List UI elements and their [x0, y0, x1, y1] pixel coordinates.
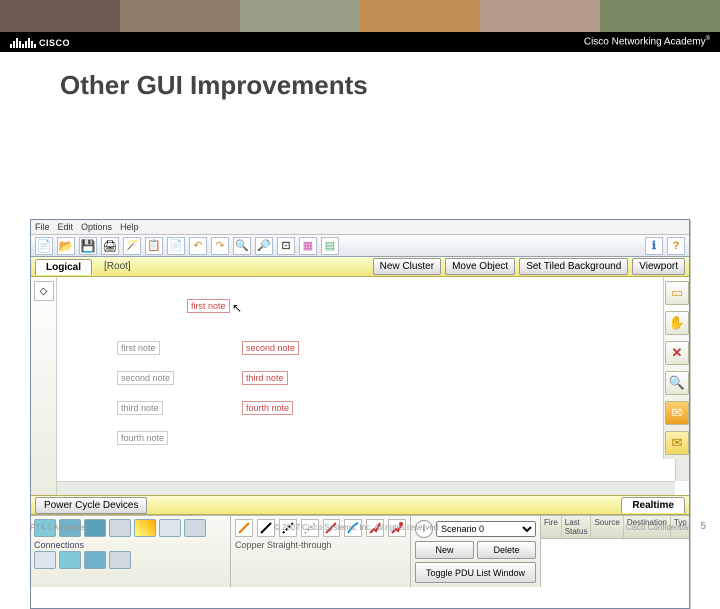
new-icon[interactable] [35, 237, 53, 255]
note-item[interactable]: fourth note [242, 401, 293, 415]
print-icon[interactable] [101, 237, 119, 255]
help-icon[interactable] [667, 237, 685, 255]
note-item[interactable]: first note [117, 341, 160, 355]
academy-label: Cisco Networking Academy® [584, 36, 710, 47]
scrollbar-horizontal[interactable] [57, 481, 675, 495]
zoom-out-icon[interactable] [255, 237, 273, 255]
note-item[interactable]: second note [117, 371, 174, 385]
device-icon[interactable] [34, 551, 56, 569]
right-tool-dock: ▭ [663, 277, 689, 459]
note-item[interactable]: first note [187, 299, 230, 313]
wizard-icon[interactable] [123, 237, 141, 255]
note-item[interactable]: second note [242, 341, 299, 355]
connection-desc: Copper Straight-through [235, 540, 406, 550]
device-icon[interactable] [109, 551, 131, 569]
tab-realtime[interactable]: Realtime [621, 497, 685, 513]
page-number: 5 [700, 521, 706, 532]
new-cluster-button[interactable]: New Cluster [373, 258, 441, 275]
redo-icon[interactable] [211, 237, 229, 255]
menu-options[interactable]: Options [81, 222, 112, 232]
zoom-in-icon[interactable] [233, 237, 251, 255]
device-icon[interactable] [59, 551, 81, 569]
footer-right: Cisco Confidential [626, 523, 690, 532]
note-item[interactable]: third note [242, 371, 288, 385]
footer-mid: © 2007 Cisco Systems, Inc. All rights re… [274, 523, 440, 532]
logical-bar: Logical [Root] New Cluster Move Object S… [31, 257, 689, 277]
move-object-button[interactable]: Move Object [445, 258, 515, 275]
inspect-tool-icon[interactable] [665, 371, 689, 395]
cursor-icon: ↖ [232, 301, 242, 315]
custom-device-icon[interactable] [321, 237, 339, 255]
workspace[interactable]: ◇ first note ↖ second note third note fo… [31, 277, 689, 495]
delete-tool-icon[interactable] [665, 341, 689, 365]
nav-panel: ◇ [31, 277, 57, 495]
viewport-button[interactable]: Viewport [632, 258, 685, 275]
nav-back-icon[interactable]: ◇ [34, 281, 54, 301]
device-icon[interactable] [84, 551, 106, 569]
note-tool-icon[interactable] [665, 281, 689, 305]
open-icon[interactable] [57, 237, 75, 255]
zoom-reset-icon[interactable] [277, 237, 295, 255]
set-background-button[interactable]: Set Tiled Background [519, 258, 628, 275]
realtime-bar: Power Cycle Devices Realtime [31, 495, 689, 515]
toggle-pdu-list-button[interactable]: Toggle PDU List Window [415, 562, 536, 583]
menubar: File Edit Options Help [31, 220, 689, 235]
cisco-logo: CISCO [10, 36, 70, 48]
power-cycle-button[interactable]: Power Cycle Devices [35, 497, 147, 514]
connections-label: Connections [34, 540, 227, 550]
note-item[interactable]: third note [117, 401, 163, 415]
paste-icon[interactable] [167, 237, 185, 255]
menu-edit[interactable]: Edit [58, 222, 74, 232]
save-icon[interactable] [79, 237, 97, 255]
undo-icon[interactable] [189, 237, 207, 255]
main-toolbar [31, 235, 689, 257]
complex-pdu-icon[interactable] [665, 431, 689, 455]
slide-title: Other GUI Improvements [0, 52, 720, 111]
slide-banner: CISCO Cisco Networking Academy® [0, 0, 720, 52]
tab-logical[interactable]: Logical [35, 259, 92, 275]
breadcrumb-root[interactable]: [Root] [104, 261, 131, 272]
scenario-delete-button[interactable]: Delete [477, 541, 536, 559]
palette-icon[interactable] [299, 237, 317, 255]
menu-help[interactable]: Help [120, 222, 139, 232]
simple-pdu-icon[interactable] [665, 401, 689, 425]
slide-footer: PT4.1 Advanced © 2007 Cisco Systems, Inc… [0, 523, 720, 532]
copy-icon[interactable] [145, 237, 163, 255]
packet-tracer-window: File Edit Options Help Logical [30, 219, 690, 609]
note-item[interactable]: fourth note [117, 431, 168, 445]
scenario-new-button[interactable]: New [415, 541, 474, 559]
menu-file[interactable]: File [35, 222, 50, 232]
hand-tool-icon[interactable] [665, 311, 689, 335]
info-icon[interactable] [645, 237, 663, 255]
footer-left: PT4.1 Advanced [30, 523, 89, 532]
